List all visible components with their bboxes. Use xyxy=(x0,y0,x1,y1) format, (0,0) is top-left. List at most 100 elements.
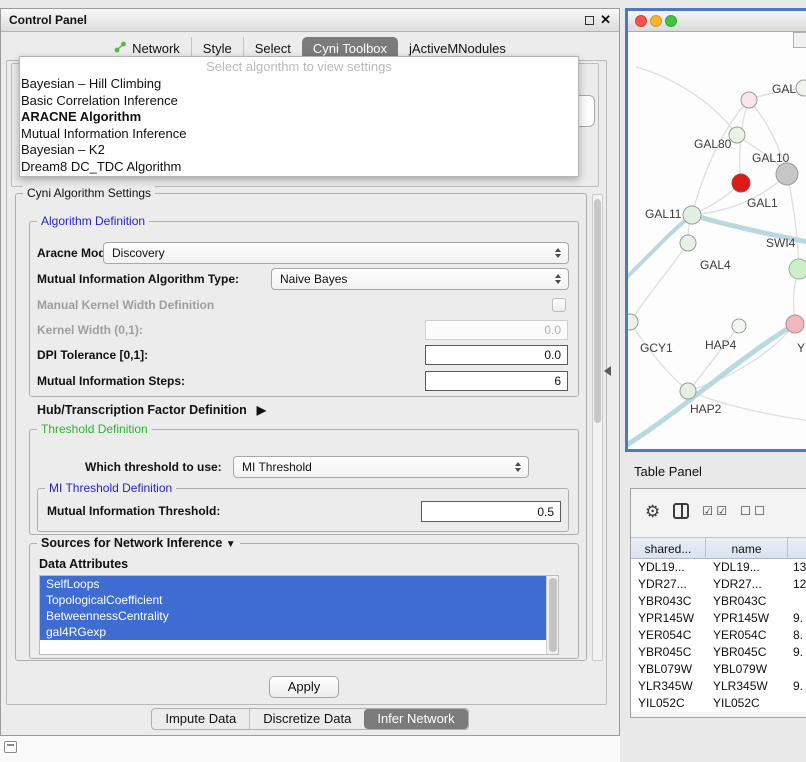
aracne-mode-value: Discovery xyxy=(112,246,165,260)
table-header-row: shared... name xyxy=(631,537,806,559)
collapse-down-icon: ▼ xyxy=(226,539,236,550)
list-item-betweennesscentrality[interactable]: BetweennessCentrality xyxy=(40,608,546,624)
columns-icon[interactable] xyxy=(673,503,689,519)
table-panel-window: ⚙ ☑ ☑ ☐ ☐ shared... name YDL19...YDL19..… xyxy=(630,488,806,718)
mi-type-label: Mutual Information Algorithm Type: xyxy=(37,268,239,290)
network-node-gal10[interactable] xyxy=(732,174,750,192)
data-attributes-label: Data Attributes xyxy=(39,557,128,571)
dropdown-option-basic-correlation[interactable]: Basic Correlation Inference xyxy=(20,93,578,110)
network-edge[interactable] xyxy=(630,243,688,322)
table-row[interactable]: YBR043CYBR043C xyxy=(631,593,806,610)
gear-icon[interactable]: ⚙ xyxy=(645,503,660,520)
column-header-name[interactable]: name xyxy=(706,538,788,558)
mi-steps-field[interactable] xyxy=(425,371,568,391)
network-node-top-right[interactable] xyxy=(796,80,806,96)
which-threshold-select[interactable]: MI Threshold xyxy=(233,456,529,478)
network-node-gal4[interactable] xyxy=(680,235,696,251)
network-node-gal11[interactable] xyxy=(683,206,701,224)
network-node-label: GAL11 xyxy=(645,207,682,221)
tab-discretize-data[interactable]: Discretize Data xyxy=(249,709,364,729)
hub-definition-label: Hub/Transcription Factor Definition xyxy=(37,403,247,417)
network-node-top-pink[interactable] xyxy=(741,92,757,108)
network-node-label: HAP4 xyxy=(705,338,737,352)
table-row[interactable]: YBL079WYBL079W xyxy=(631,661,806,678)
mi-type-select[interactable]: Naive Bayes xyxy=(271,268,569,290)
settings-scrollbar-thumb[interactable] xyxy=(594,199,601,423)
restore-window-icon[interactable] xyxy=(4,741,17,753)
sources-toggle[interactable]: Sources for Network Inference ▼ xyxy=(37,536,240,550)
network-node-gcy1[interactable] xyxy=(628,314,638,330)
mi-threshold-label: Mutual Information Threshold: xyxy=(47,501,220,522)
dropdown-placeholder: Select algorithm to view settings xyxy=(20,57,578,76)
which-threshold-value: MI Threshold xyxy=(242,460,312,474)
list-item-selfloops[interactable]: SelfLoops xyxy=(40,576,546,592)
table-row[interactable]: YPR145WYPR145W9. xyxy=(631,610,806,627)
tab-impute-data[interactable]: Impute Data xyxy=(152,709,249,729)
aracne-mode-select[interactable]: Discovery xyxy=(103,242,569,264)
column-header-clipped[interactable] xyxy=(788,538,806,558)
list-item-gal4rgexp[interactable]: gal4RGexp xyxy=(40,624,546,640)
column-header-shared-name[interactable]: shared... xyxy=(631,538,706,558)
list-item-topologicalcoefficient[interactable]: TopologicalCoefficient xyxy=(40,592,546,608)
network-edge[interactable] xyxy=(787,174,799,269)
network-node-label: GAL10 xyxy=(752,151,790,165)
zoom-traffic-light-icon[interactable] xyxy=(665,15,677,27)
table-row[interactable]: YER054CYER054C8. xyxy=(631,627,806,644)
network-node-right-pink[interactable] xyxy=(786,315,804,333)
network-view-window: GALGAL80GAL10GAL11GAL1SWI4GAL4GCY1HAP4YH… xyxy=(625,8,806,452)
groupbox-legend: MI Threshold Definition xyxy=(45,481,176,495)
mi-threshold-field[interactable] xyxy=(421,501,561,522)
table-row[interactable]: YDR27...YDR27...12 xyxy=(631,576,806,593)
minimize-traffic-light-icon[interactable] xyxy=(650,15,662,27)
desktop: Control Panel ✕ Network Style Select Cyn… xyxy=(0,0,806,762)
settings-scrollbar[interactable] xyxy=(592,194,603,661)
select-all-icon[interactable]: ☑ ☑ xyxy=(702,504,727,518)
mi-type-value: Naive Bayes xyxy=(280,272,347,286)
network-canvas[interactable]: GALGAL80GAL10GAL11GAL1SWI4GAL4GCY1HAP4YH… xyxy=(628,32,806,449)
dropdown-option-bayesian-k2[interactable]: Bayesian – K2 xyxy=(20,142,578,159)
network-node-gal80[interactable] xyxy=(729,127,745,143)
data-attributes-list: SelfLoops TopologicalCoefficient Between… xyxy=(39,575,559,655)
float-window-icon[interactable] xyxy=(585,16,594,25)
network-svg: GALGAL80GAL10GAL11GAL1SWI4GAL4GCY1HAP4YH… xyxy=(628,32,806,449)
dpi-tolerance-field[interactable] xyxy=(425,345,568,365)
dpi-tolerance-label: DPI Tolerance [0,1]: xyxy=(37,344,148,366)
table-body: YDL19...YDL19...13 YDR27...YDR27...12 YB… xyxy=(631,559,806,712)
tab-infer-network[interactable]: Infer Network xyxy=(364,709,467,729)
dropdown-option-dream8[interactable]: Dream8 DC_TDC Algorithm xyxy=(20,159,578,176)
expand-right-icon: ▶ xyxy=(257,403,266,417)
network-node-right-green[interactable] xyxy=(789,259,806,279)
table-row[interactable]: YLR345WYLR345W9. xyxy=(631,678,806,695)
algorithm-dropdown-popup: Select algorithm to view settings Bayesi… xyxy=(19,56,579,177)
list-scrollbar[interactable] xyxy=(546,576,558,654)
network-edge[interactable] xyxy=(630,322,688,391)
canvas-scrollbar-fragment[interactable] xyxy=(793,32,806,48)
stepper-icon xyxy=(515,462,521,472)
deselect-all-icon[interactable]: ☐ ☐ xyxy=(740,504,765,518)
network-edge[interactable] xyxy=(636,67,737,135)
close-icon[interactable]: ✕ xyxy=(600,12,611,28)
network-node-label: Y xyxy=(797,341,805,355)
list-scrollbar-thumb[interactable] xyxy=(549,578,557,652)
close-traffic-light-icon[interactable] xyxy=(635,15,647,27)
table-row[interactable]: YDL19...YDL19...13 xyxy=(631,559,806,576)
network-edge[interactable] xyxy=(692,100,749,215)
node-table: shared... name YDL19...YDL19...13 YDR27.… xyxy=(631,537,806,712)
network-node-hap2[interactable] xyxy=(680,383,696,399)
panel-splitter-arrow-icon[interactable] xyxy=(604,366,611,376)
stepper-icon xyxy=(555,274,561,284)
dropdown-option-bayesian-hill-climbing[interactable]: Bayesian – Hill Climbing xyxy=(20,76,578,93)
apply-button[interactable]: Apply xyxy=(269,676,339,698)
bottom-tab-bar: Impute Data Discretize Data Infer Networ… xyxy=(1,708,619,730)
table-row[interactable]: YBR045CYBR045C9. xyxy=(631,644,806,661)
dropdown-option-mutual-information[interactable]: Mutual Information Inference xyxy=(20,126,578,143)
dropdown-option-aracne[interactable]: ARACNE Algorithm xyxy=(20,109,578,126)
hub-definition-toggle[interactable]: Hub/Transcription Factor Definition ▶ xyxy=(37,403,266,417)
table-row[interactable]: YIL052CYIL052C xyxy=(631,695,806,712)
control-panel-titlebar[interactable]: Control Panel ✕ xyxy=(1,9,619,32)
network-window-titlebar[interactable] xyxy=(628,11,806,32)
kernel-width-field[interactable] xyxy=(425,320,568,340)
network-node-gray-hub[interactable] xyxy=(776,163,798,185)
manual-kernel-checkbox[interactable] xyxy=(552,298,566,312)
network-node-center[interactable] xyxy=(732,319,746,333)
